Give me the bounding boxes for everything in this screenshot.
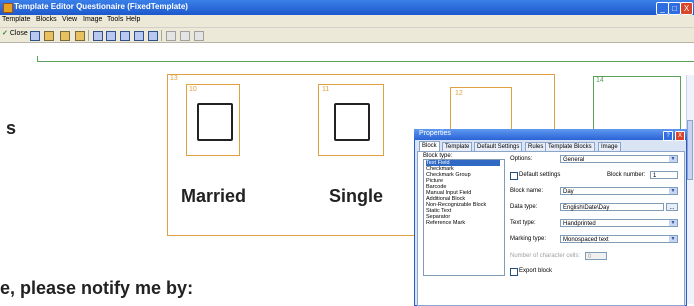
toolbar-separator	[161, 30, 162, 41]
vertical-scrollbar[interactable]	[686, 75, 694, 304]
single-label: Single	[329, 186, 384, 206]
marking-type-label: Marking type:	[510, 236, 547, 242]
default-settings-label: Default settings	[519, 172, 561, 178]
menu-view[interactable]: View	[62, 16, 77, 23]
properties-icon[interactable]	[75, 31, 85, 41]
block-number-input[interactable]: 1	[650, 171, 678, 179]
close-button[interactable]: ✓ Close	[2, 29, 28, 37]
app-icon	[3, 3, 13, 13]
married-checkbox	[197, 103, 233, 141]
window-title: Template Editor Questionaire (FixedTempl…	[14, 2, 188, 11]
separator-block[interactable]	[37, 61, 694, 62]
single-checkbox	[334, 103, 370, 141]
list-item[interactable]: Reference Mark	[426, 220, 465, 226]
menu-image[interactable]: Image	[83, 16, 102, 23]
toolbar-separator	[88, 30, 89, 41]
block-name-select[interactable]: Day ▼	[560, 187, 678, 195]
menu-help[interactable]: Help	[126, 16, 140, 23]
options-value: General	[563, 157, 585, 163]
chevron-down-icon: ▼	[669, 236, 677, 242]
block-name-label: Block name:	[510, 188, 544, 194]
group-tool-icon[interactable]	[120, 31, 130, 41]
close-button-label: Close	[9, 30, 28, 37]
block-number: 14	[596, 77, 604, 84]
properties-title-bar	[414, 129, 687, 140]
block-number: 13	[170, 75, 178, 82]
married-label: Married	[181, 186, 247, 206]
help-button[interactable]: ?	[663, 131, 673, 141]
undo-icon[interactable]	[180, 31, 190, 41]
block-tool-icon[interactable]	[106, 31, 116, 41]
chevron-down-icon: ▼	[669, 220, 677, 226]
check-icon: ✓	[2, 30, 8, 37]
chevron-down-icon: ▼	[669, 156, 677, 162]
text-type-label: Text type:	[510, 220, 536, 226]
marking-type-select[interactable]: Monospaced text ▼	[560, 235, 678, 243]
close-window-button[interactable]: X	[680, 2, 693, 15]
select-pointer-icon[interactable]	[93, 31, 103, 41]
text-type-value: Handprinted	[563, 221, 596, 227]
options-select[interactable]: General ▼	[560, 155, 678, 163]
char-cells-label: Number of character cells:	[510, 253, 581, 259]
menu-blocks[interactable]: Blocks	[36, 16, 57, 23]
scrollbar-thumb[interactable]	[687, 120, 693, 180]
split-tool-icon[interactable]	[134, 31, 144, 41]
properties-title: Properties	[419, 130, 451, 137]
partial-heading-text: s	[6, 118, 17, 138]
char-cells-input[interactable]: 0	[585, 252, 607, 260]
block-number: 11	[322, 86, 330, 93]
chevron-down-icon: ▼	[669, 188, 677, 194]
block-name-value: Day	[563, 189, 574, 195]
default-settings-checkbox[interactable]	[510, 172, 518, 180]
open-folder-icon[interactable]	[60, 31, 70, 41]
marking-type-value: Monospaced text	[563, 237, 609, 243]
block-number: 12	[455, 90, 463, 97]
menu-bar	[0, 15, 694, 28]
table-tool-icon[interactable]	[148, 31, 158, 41]
data-type-label: Data type:	[510, 204, 538, 210]
menu-tools[interactable]: Tools	[107, 16, 123, 23]
toolbar	[0, 28, 694, 43]
block-number-label: Block number:	[607, 172, 646, 178]
data-type-browse-button[interactable]: ...	[666, 203, 678, 211]
block-number: 10	[189, 86, 197, 93]
data-type-input[interactable]: English\Date\Day	[560, 203, 664, 211]
target-icon[interactable]	[166, 31, 176, 41]
redo-icon[interactable]	[194, 31, 204, 41]
options-label: Options:	[510, 156, 533, 162]
export-block-label: Export block	[519, 268, 553, 274]
notify-text: e, please notify me by:	[0, 278, 194, 298]
close-dialog-button[interactable]: X	[675, 131, 685, 141]
menu-template[interactable]: Template	[2, 16, 30, 23]
export-block-checkbox[interactable]	[510, 268, 518, 276]
save-icon[interactable]	[30, 31, 40, 41]
text-type-select[interactable]: Handprinted ▼	[560, 219, 678, 227]
open-template-icon[interactable]	[44, 31, 54, 41]
